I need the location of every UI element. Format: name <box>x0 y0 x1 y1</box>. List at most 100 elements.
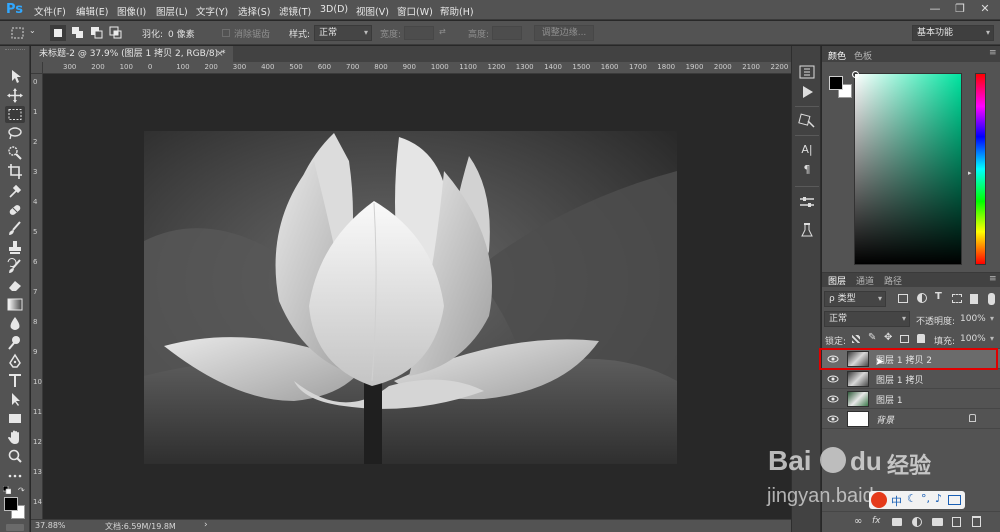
new-selection-icon[interactable] <box>50 25 66 41</box>
dodge-icon[interactable] <box>5 334 25 351</box>
ime-chinese-mode[interactable]: 中 <box>891 493 902 509</box>
healing-brush-icon[interactable] <box>5 201 25 218</box>
menu-window[interactable]: 窗口(W) <box>397 4 433 18</box>
move-tool-icon[interactable] <box>5 68 25 85</box>
document-tab[interactable]: 未标题-2 @ 37.9% (图层 1 拷贝 2, RGB/8) * <box>31 46 234 62</box>
history-brush-icon[interactable] <box>5 258 25 275</box>
layer-name[interactable]: 背景 <box>876 413 894 426</box>
eyedropper-icon[interactable] <box>5 182 25 199</box>
paragraph-panel-icon[interactable]: ¶ <box>797 163 817 179</box>
restore-button[interactable]: ❐ <box>950 2 970 16</box>
properties-panel-icon[interactable] <box>797 194 817 210</box>
lock-all-icon[interactable] <box>917 334 925 343</box>
quick-mask-icon[interactable] <box>6 524 24 531</box>
filter-toggle-icon[interactable] <box>988 293 995 305</box>
chevron-down-icon[interactable]: ▾ <box>990 314 994 323</box>
sogou-logo-icon[interactable] <box>871 492 887 508</box>
filter-smart-object-icon[interactable] <box>970 294 978 304</box>
more-tools-icon[interactable] <box>5 467 25 484</box>
menu-layer[interactable]: 图层(L) <box>156 4 188 18</box>
rectangular-marquee-icon[interactable] <box>5 106 25 123</box>
clone-stamp-icon[interactable] <box>5 239 25 256</box>
layer-thumbnail[interactable] <box>847 411 869 427</box>
layer-thumbnail[interactable] <box>847 391 869 407</box>
crop-icon[interactable] <box>5 163 25 180</box>
eraser-icon[interactable] <box>5 277 25 294</box>
tab-layers[interactable]: 图层 <box>828 274 846 287</box>
ime-punct-icon[interactable]: °, <box>921 492 930 505</box>
ime-toolbar[interactable]: 中 ☾ °, ♪ <box>869 491 965 509</box>
visibility-eye-icon[interactable] <box>827 413 839 425</box>
color-picker-cursor[interactable] <box>852 71 859 78</box>
close-window-button[interactable]: ✕ <box>975 2 995 16</box>
refine-edge-button[interactable]: 调整边缘... <box>534 25 594 41</box>
hue-slider[interactable] <box>975 73 986 265</box>
actions-play-icon[interactable] <box>797 84 817 100</box>
default-colors-icon[interactable] <box>2 485 12 495</box>
horizontal-ruler[interactable]: 300 200 100 0 100 200 300 400 500 600 700 800 900 100… <box>31 62 791 74</box>
menu-select[interactable]: 选择(S) <box>238 4 270 18</box>
layer-row[interactable]: 图层 1 <box>822 389 1000 409</box>
tool-presets-icon[interactable] <box>797 222 817 238</box>
lock-transparent-icon[interactable] <box>852 335 860 343</box>
clone-source-icon[interactable] <box>797 113 817 129</box>
layer-row[interactable]: 背景 <box>822 409 1000 429</box>
layer-row[interactable]: 图层 1 拷贝 <box>822 369 1000 389</box>
gradient-icon[interactable] <box>5 296 25 313</box>
layer-name[interactable]: 图层 1 拷贝 <box>876 373 923 386</box>
subtract-selection-icon[interactable] <box>89 25 105 41</box>
layer-name[interactable]: 图层 1 <box>876 393 903 406</box>
blur-icon[interactable] <box>5 315 25 332</box>
type-tool-icon[interactable] <box>5 372 25 389</box>
tab-channels[interactable]: 通道 <box>856 274 874 287</box>
vertical-ruler[interactable]: 0 1 2 3 4 5 6 7 8 9 10 11 12 13 14 <box>31 74 43 520</box>
menu-3d[interactable]: 3D(D) <box>320 4 348 15</box>
lotus-image-layer[interactable] <box>144 131 677 464</box>
workspace-select[interactable]: 基本功能 ▾ <box>912 25 994 41</box>
chevron-down-icon[interactable]: ▾ <box>990 334 994 343</box>
add-selection-icon[interactable] <box>70 25 86 41</box>
swap-icon[interactable]: ⇄ <box>439 27 446 36</box>
antialias-checkbox[interactable] <box>222 29 230 37</box>
history-panel-icon[interactable] <box>797 64 817 80</box>
height-input[interactable] <box>492 26 522 40</box>
visibility-eye-icon[interactable] <box>827 373 839 385</box>
tab-swatches[interactable]: 色板 <box>854 49 872 62</box>
ime-moon-icon[interactable]: ☾ <box>907 492 917 505</box>
filter-adjustment-icon[interactable] <box>917 293 927 303</box>
lock-pixels-icon[interactable]: ✎ <box>868 332 876 343</box>
menu-help[interactable]: 帮助(H) <box>440 4 474 18</box>
lock-artboard-icon[interactable] <box>900 335 909 343</box>
hue-slider-marker[interactable]: ▸ <box>968 169 972 177</box>
layer-row[interactable]: 图层 1 拷贝 2 ➤ <box>819 348 1000 370</box>
layer-thumbnail[interactable] <box>847 371 869 387</box>
filter-shape-icon[interactable] <box>952 294 962 303</box>
hand-icon[interactable] <box>5 429 25 446</box>
menu-image[interactable]: 图像(I) <box>117 4 146 18</box>
ime-keyboard-icon[interactable] <box>948 495 961 505</box>
ruler-origin[interactable] <box>31 62 43 74</box>
character-panel-icon[interactable]: A| <box>797 143 817 159</box>
visibility-eye-icon[interactable] <box>827 393 839 405</box>
lasso-icon[interactable] <box>5 125 25 142</box>
chevron-down-icon[interactable]: ⌄ <box>29 26 36 35</box>
filter-type-icon[interactable]: T <box>935 291 942 302</box>
foreground-color-swatch[interactable] <box>4 497 18 511</box>
intersect-selection-icon[interactable] <box>108 25 124 41</box>
layer-filter-select[interactable]: ρ 类型 ▾ <box>824 291 886 307</box>
opacity-input[interactable]: 100% <box>960 314 986 324</box>
status-menu-arrow-icon[interactable]: › <box>204 520 208 530</box>
menu-file[interactable]: 文件(F) <box>34 4 66 18</box>
width-input[interactable] <box>404 26 434 40</box>
close-tab-icon[interactable]: × <box>216 46 224 62</box>
quick-selection-icon[interactable] <box>5 144 25 161</box>
color-field[interactable] <box>852 71 962 265</box>
feather-input[interactable]: 0 像素 <box>168 27 195 40</box>
style-select[interactable]: 正常 ▾ <box>314 25 372 41</box>
brush-icon[interactable] <box>5 220 25 237</box>
rectangle-shape-icon[interactable] <box>5 410 25 427</box>
ime-mic-icon[interactable]: ♪ <box>935 492 942 505</box>
zoom-icon[interactable] <box>5 448 25 465</box>
lock-position-icon[interactable]: ✥ <box>884 332 892 343</box>
panel-menu-icon[interactable]: ≡ <box>989 48 997 58</box>
